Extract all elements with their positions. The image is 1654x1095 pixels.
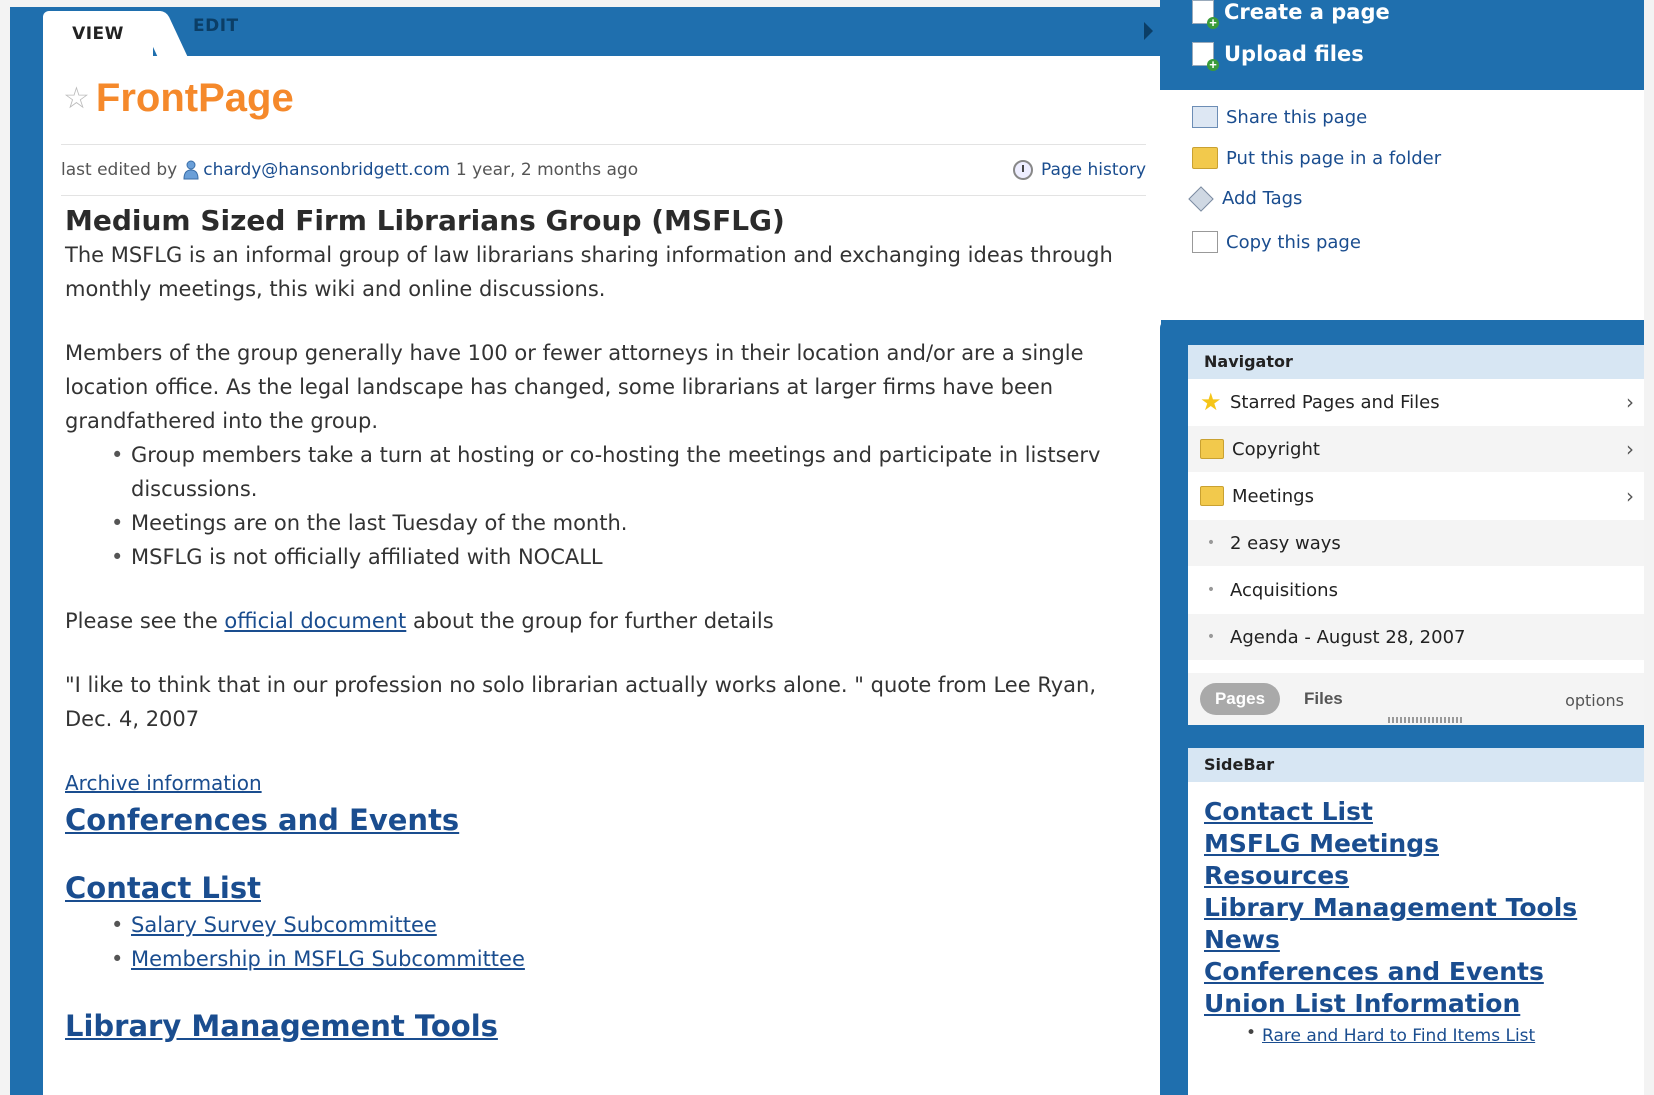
envelope-icon xyxy=(1192,106,1218,128)
nav-item-starred[interactable]: ★ Starred Pages and Files › xyxy=(1188,379,1644,426)
sidebar-links: Contact List MSFLG Meetings Resources Li… xyxy=(1188,782,1644,1052)
tag-icon xyxy=(1188,185,1214,212)
folder-icon xyxy=(1200,486,1224,506)
content-heading: Medium Sized Firm Librarians Group (MSFL… xyxy=(65,204,785,237)
salary-survey-link[interactable]: Salary Survey Subcommittee xyxy=(131,913,437,937)
official-document-link[interactable]: official document xyxy=(224,609,406,633)
quote-paragraph: "I like to think that in our profession … xyxy=(65,673,1097,731)
tab-bar: VIEW EDIT xyxy=(43,8,1161,57)
files-tab[interactable]: Files xyxy=(1304,689,1343,709)
contact-list-link[interactable]: Contact List xyxy=(65,868,1145,908)
info-list: Group members take a turn at hosting or … xyxy=(65,438,1145,574)
folder-icon xyxy=(1200,439,1224,459)
library-tools-link[interactable]: Library Management Tools xyxy=(65,1006,1145,1046)
resize-grip-icon[interactable] xyxy=(1388,717,1464,723)
clock-icon xyxy=(1012,160,1033,180)
page-meta: last edited by chardy@hansonbridgett.com… xyxy=(61,144,1146,196)
sidebar-link-rare-items[interactable]: Rare and Hard to Find Items List xyxy=(1262,1026,1535,1046)
upload-files-button[interactable]: Upload files xyxy=(1192,42,1364,71)
main-panel: VIEW EDIT ☆ FrontPage last edited by cha… xyxy=(43,8,1161,1095)
upload-files-label: Upload files xyxy=(1224,42,1364,66)
page-title-row: ☆ FrontPage xyxy=(63,76,294,121)
nav-item-page[interactable]: • Agenda - August 28, 2007 xyxy=(1188,614,1644,661)
contact-sub-list: Salary Survey Subcommittee Membership in… xyxy=(65,908,1145,976)
list-item: Salary Survey Subcommittee xyxy=(111,908,1145,942)
user-icon xyxy=(183,160,199,180)
nav-item-copyright[interactable]: Copyright › xyxy=(1188,426,1644,473)
bullet-icon: • xyxy=(1206,629,1216,645)
sidebar-widget: SideBar Contact List MSFLG Meetings Reso… xyxy=(1188,748,1644,1095)
sidebar-link-contact-list[interactable]: Contact List xyxy=(1204,796,1644,828)
nav-item-page[interactable]: • 2 easy ways xyxy=(1188,520,1644,567)
sidebar-link-conferences[interactable]: Conferences and Events xyxy=(1204,956,1644,988)
create-panel: Create a page Upload files xyxy=(1160,0,1644,90)
list-item: MSFLG is not officially affiliated with … xyxy=(111,540,1145,574)
navigator-widget: Navigator ★ Starred Pages and Files › Co… xyxy=(1188,345,1644,725)
tab-view[interactable]: VIEW xyxy=(43,11,153,57)
chevron-right-icon[interactable]: › xyxy=(1626,437,1634,461)
list-item: Membership in MSFLG Subcommittee xyxy=(111,942,1145,976)
bullet-icon: • xyxy=(1206,535,1216,551)
page-actions: Share this page Put this page in a folde… xyxy=(1160,90,1644,320)
upload-icon xyxy=(1192,42,1219,71)
sidebar-link-resources[interactable]: Resources xyxy=(1204,860,1644,892)
chevron-right-icon[interactable]: › xyxy=(1626,484,1634,508)
page-title: FrontPage xyxy=(95,76,294,120)
sidebar-sub-list: Rare and Hard to Find Items List xyxy=(1204,1020,1644,1052)
create-page-button[interactable]: Create a page xyxy=(1192,0,1390,29)
list-item: Rare and Hard to Find Items List xyxy=(1246,1020,1644,1052)
folder-icon xyxy=(1192,147,1218,169)
page-content: Medium Sized Firm Librarians Group (MSFL… xyxy=(65,204,1145,1046)
add-tags-link[interactable]: Add Tags xyxy=(1188,185,1302,212)
star-icon[interactable]: ☆ xyxy=(63,83,90,114)
copy-icon xyxy=(1192,231,1218,253)
conferences-link[interactable]: Conferences and Events xyxy=(65,800,1145,840)
pages-tab[interactable]: Pages xyxy=(1200,683,1280,715)
tab-scroll-arrow-icon[interactable] xyxy=(1144,22,1153,40)
new-page-icon xyxy=(1192,0,1219,29)
list-item: Meetings are on the last Tuesday of the … xyxy=(111,506,1145,540)
put-in-folder-link[interactable]: Put this page in a folder xyxy=(1192,147,1441,169)
meta-user-link[interactable]: chardy@hansonbridgett.com xyxy=(203,160,450,180)
sidebar-link-library-tools[interactable]: Library Management Tools xyxy=(1204,892,1644,924)
nav-item-page[interactable]: • Acquisitions xyxy=(1188,567,1644,614)
bullet-icon: • xyxy=(1206,582,1216,598)
chevron-right-icon[interactable]: › xyxy=(1626,390,1634,414)
sidebar-link-union-list[interactable]: Union List Information xyxy=(1204,988,1644,1020)
sidebar-link-news[interactable]: News xyxy=(1204,924,1644,956)
meta-time: 1 year, 2 months ago xyxy=(455,160,639,180)
navigator-title: Navigator xyxy=(1188,345,1644,379)
archive-link[interactable]: Archive information xyxy=(65,771,262,795)
create-page-label: Create a page xyxy=(1224,0,1390,24)
star-icon: ★ xyxy=(1200,388,1222,416)
see-paragraph: Please see the official document about t… xyxy=(65,609,774,633)
list-item: Group members take a turn at hosting or … xyxy=(111,438,1145,506)
copy-page-link[interactable]: Copy this page xyxy=(1192,231,1361,253)
share-page-link[interactable]: Share this page xyxy=(1192,106,1367,128)
sidebar-link-meetings[interactable]: MSFLG Meetings xyxy=(1204,828,1644,860)
membership-link[interactable]: Membership in MSFLG Subcommittee xyxy=(131,947,525,971)
page-history-link[interactable]: Page history xyxy=(1012,160,1146,180)
members-paragraph: Members of the group generally have 100 … xyxy=(65,341,1084,433)
nav-item-meetings[interactable]: Meetings › xyxy=(1188,473,1644,520)
options-link[interactable]: options xyxy=(1565,691,1624,710)
sidebar-title: SideBar xyxy=(1188,748,1644,782)
page-history-label: Page history xyxy=(1040,160,1146,180)
meta-prefix: last edited by xyxy=(61,160,178,180)
right-edge xyxy=(1644,0,1654,1095)
tab-edit[interactable]: EDIT xyxy=(193,16,239,46)
intro-paragraph: The MSFLG is an informal group of law li… xyxy=(65,243,1113,301)
